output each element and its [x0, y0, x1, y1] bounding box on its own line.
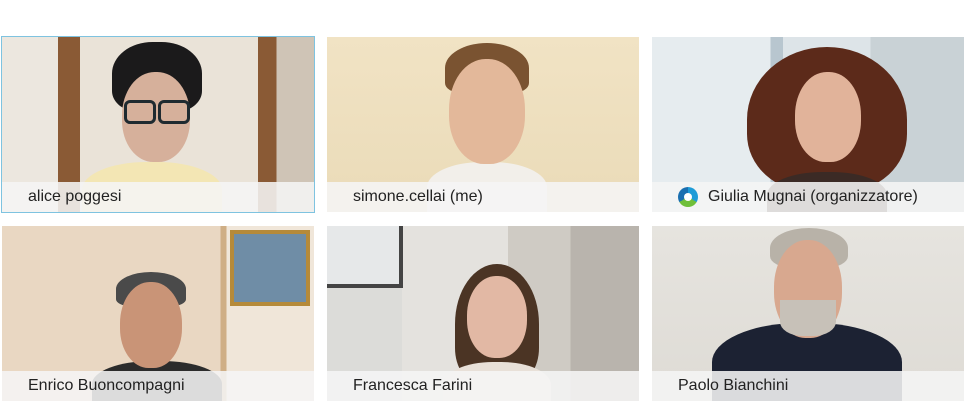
participant-tile-simone-cellai[interactable]: simone.cellai (me) [327, 37, 639, 212]
window-frame [327, 226, 403, 288]
painting [230, 230, 310, 306]
participant-tile-francesca-farini[interactable]: Francesca Farini [327, 226, 639, 401]
participant-name: Paolo Bianchini [678, 377, 789, 394]
participant-name: alice poggesi [28, 188, 122, 205]
participant-name: simone.cellai (me) [353, 188, 483, 205]
participant-tile-enrico-buoncompagni[interactable]: Enrico Buoncompagni [2, 226, 314, 401]
name-bar: Giulia Mugnai (organizzatore) [652, 182, 964, 212]
name-bar: Francesca Farini [327, 371, 639, 401]
participant-name: Enrico Buoncompagni [28, 377, 185, 394]
participant-name: Francesca Farini [353, 377, 473, 394]
participant-tile-alice-poggesi[interactable]: alice poggesi [1, 36, 315, 213]
name-bar: Enrico Buoncompagni [2, 371, 314, 401]
participant-tile-paolo-bianchini[interactable]: Paolo Bianchini [652, 226, 964, 401]
participant-name: Giulia Mugnai (organizzatore) [708, 188, 918, 205]
name-bar: simone.cellai (me) [327, 182, 639, 212]
participant-tile-giulia-mugnai[interactable]: Giulia Mugnai (organizzatore) [652, 37, 964, 212]
webex-logo-icon [678, 187, 698, 207]
video-grid: alice poggesi simone.cellai (me) Giulia … [0, 0, 968, 407]
name-bar: Paolo Bianchini [652, 371, 964, 401]
name-bar: alice poggesi [2, 182, 314, 212]
